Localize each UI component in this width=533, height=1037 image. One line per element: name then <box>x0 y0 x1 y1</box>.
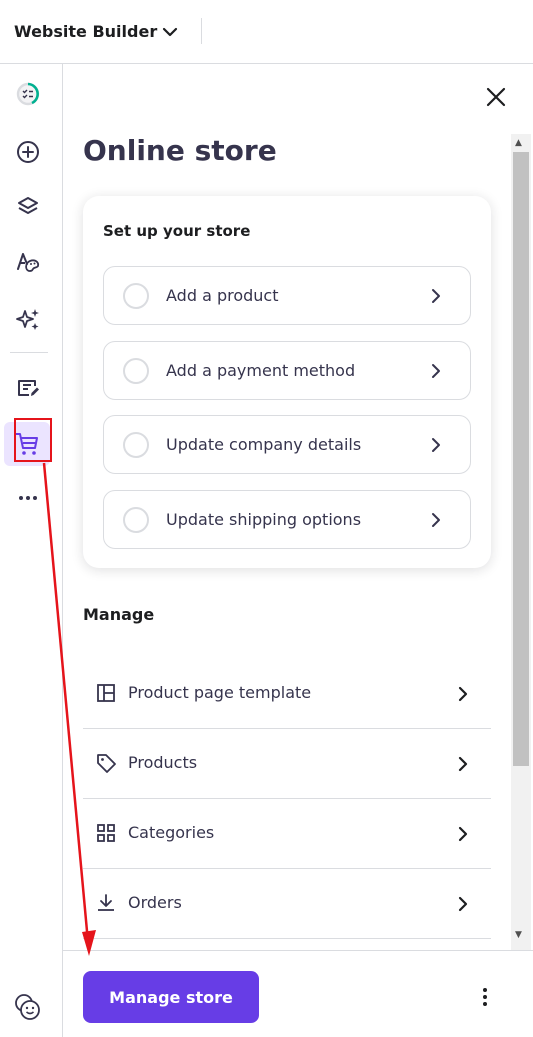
task-label: Update company details <box>166 435 362 454</box>
task-checkbox[interactable] <box>123 432 149 458</box>
more-horizontal-icon <box>19 496 37 500</box>
task-label: Add a product <box>166 286 279 305</box>
annotation-highlight-box <box>14 418 52 462</box>
scroll-down-arrow-icon[interactable]: ▼ <box>515 930 522 940</box>
divider <box>201 18 202 44</box>
help-face-icon[interactable] <box>12 991 44 1023</box>
app-title[interactable]: Website Builder <box>14 22 157 41</box>
layers-icon <box>18 197 38 214</box>
scroll-up-arrow-icon[interactable]: ▲ <box>515 138 522 148</box>
chevron-right-icon <box>432 289 440 303</box>
scrollbar-thumb[interactable] <box>513 152 529 766</box>
tag-icon <box>97 754 116 773</box>
online-store-panel: Online store ▲ ▼ Set up your store Add a… <box>63 64 533 950</box>
chevron-right-icon <box>432 513 440 527</box>
sidebar-item-progress[interactable] <box>8 74 48 114</box>
sidebar-item-styles[interactable] <box>8 242 48 282</box>
plus-circle-icon <box>17 141 39 163</box>
manage-item-categories[interactable]: Categories <box>83 799 491 869</box>
task-label: Update shipping options <box>166 510 362 529</box>
sidebar <box>0 64 63 1037</box>
bottom-action-bar: Manage store <box>63 950 533 1037</box>
manage-item-label: Product page template <box>128 683 312 702</box>
sidebar-item-ai[interactable] <box>8 299 48 339</box>
manage-item-label: Orders <box>128 893 182 912</box>
chevron-right-icon <box>432 438 440 452</box>
chevron-right-icon <box>458 896 468 912</box>
edit-page-icon <box>18 380 39 396</box>
chevron-right-icon <box>458 756 468 772</box>
chevron-right-icon <box>432 364 440 378</box>
more-vertical-icon[interactable] <box>473 985 497 1009</box>
sidebar-item-blog[interactable] <box>8 368 48 408</box>
sidebar-separator <box>10 352 48 353</box>
close-icon[interactable] <box>483 84 509 110</box>
chevron-right-icon <box>458 826 468 842</box>
sparkles-icon <box>16 309 39 330</box>
manage-item-label: Products <box>128 753 198 772</box>
task-update-shipping-options[interactable]: Update shipping options <box>103 490 471 549</box>
manage-item-orders[interactable]: Orders <box>83 869 491 939</box>
manage-store-button[interactable]: Manage store <box>83 971 259 1023</box>
manage-item-product-page-template[interactable]: Product page template <box>83 659 491 729</box>
task-checkbox[interactable] <box>123 283 149 309</box>
task-add-payment-method[interactable]: Add a payment method <box>103 341 471 400</box>
setup-store-card: Set up your store Add a product Add a pa… <box>83 196 491 568</box>
task-add-product[interactable]: Add a product <box>103 266 471 325</box>
setup-card-title: Set up your store <box>103 222 251 240</box>
top-bar: Website Builder <box>0 0 533 64</box>
manage-item-products[interactable]: Products <box>83 729 491 799</box>
task-label: Add a payment method <box>166 361 356 380</box>
page-title: Online store <box>83 134 277 167</box>
task-update-company-details[interactable]: Update company details <box>103 415 471 474</box>
palette-icon <box>17 253 40 272</box>
manage-section-title: Manage <box>83 605 155 624</box>
task-checkbox[interactable] <box>123 507 149 533</box>
task-checkbox[interactable] <box>123 358 149 384</box>
grid-icon <box>97 824 115 842</box>
chevron-down-icon[interactable] <box>160 22 180 42</box>
chevron-right-icon <box>458 686 468 702</box>
sidebar-item-add[interactable] <box>8 132 48 172</box>
layout-template-icon <box>97 684 115 702</box>
checklist-progress-icon <box>16 82 40 106</box>
sidebar-item-more[interactable] <box>8 478 48 518</box>
download-icon <box>98 894 114 911</box>
manage-item-label: Categories <box>128 823 215 842</box>
sidebar-item-layers[interactable] <box>8 187 48 227</box>
